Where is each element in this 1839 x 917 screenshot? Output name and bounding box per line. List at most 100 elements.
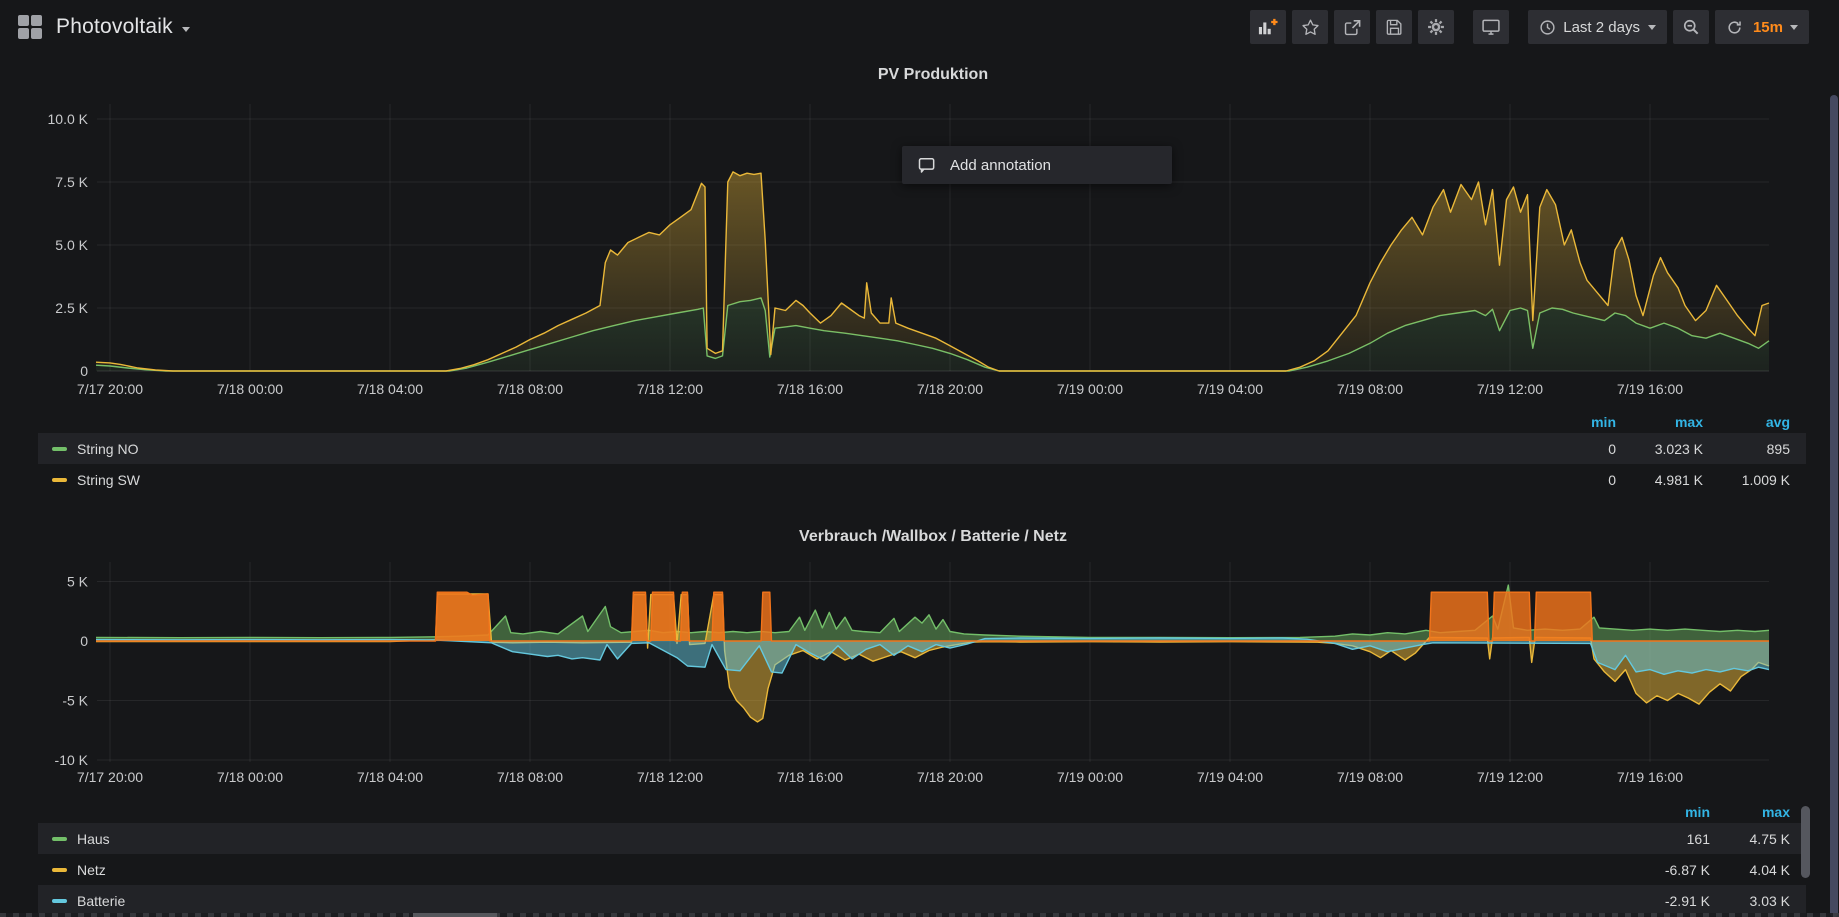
navbar: Photovoltaik bbox=[0, 0, 1839, 48]
share-button[interactable] bbox=[1334, 10, 1370, 44]
window-scrollbar-thumb[interactable] bbox=[1830, 95, 1838, 917]
value-max: 3.023 K bbox=[1616, 441, 1703, 457]
star-icon bbox=[1301, 18, 1320, 37]
share-icon bbox=[1343, 18, 1362, 37]
add-annotation-label: Add annotation bbox=[950, 157, 1051, 174]
legend-row-batterie: Batterie -2.91 K 3.03 K bbox=[38, 885, 1806, 916]
dashboard-title-dropdown[interactable]: Photovoltaik bbox=[18, 15, 190, 39]
svg-text:7/18 12:00: 7/18 12:00 bbox=[637, 381, 703, 397]
toolbar: Last 2 days 15m bbox=[1244, 10, 1809, 44]
legend-header: min max avg bbox=[38, 410, 1806, 433]
svg-text:7/18 20:00: 7/18 20:00 bbox=[917, 769, 983, 785]
monitor-icon bbox=[1481, 17, 1501, 37]
svg-text:-5 K: -5 K bbox=[62, 693, 88, 709]
verbrauch-chart[interactable]: 5 K0-5 K-10 K7/17 20:007/18 00:007/18 04… bbox=[0, 550, 1839, 795]
series-swatch bbox=[52, 899, 67, 903]
legend-col-min[interactable]: min bbox=[1529, 414, 1616, 430]
verbrauch-legend: min max Haus 161 4.75 K Netz -6.87 K 4.0… bbox=[38, 800, 1806, 916]
settings-button[interactable] bbox=[1418, 10, 1454, 44]
add-annotation-menu-item[interactable]: Add annotation bbox=[902, 146, 1172, 184]
legend-header: min max bbox=[38, 800, 1806, 823]
pv-produktion-chart[interactable]: 02.5 K5.0 K7.5 K10.0 K7/17 20:007/18 00:… bbox=[0, 95, 1839, 405]
legend-row-haus: Haus 161 4.75 K bbox=[38, 823, 1806, 854]
time-range-label: Last 2 days bbox=[1563, 19, 1640, 36]
floppy-disk-icon bbox=[1385, 18, 1404, 37]
value-max: 4.04 K bbox=[1710, 862, 1790, 878]
series-swatch bbox=[52, 837, 67, 841]
panel-title-pv-produktion[interactable]: PV Produktion bbox=[97, 66, 1769, 84]
svg-text:7/18 08:00: 7/18 08:00 bbox=[497, 381, 563, 397]
legend-row-string-sw: String SW 0 4.981 K 1.009 K bbox=[38, 464, 1806, 495]
dashboards-grid-icon bbox=[18, 15, 42, 39]
value-min: -6.87 K bbox=[1630, 862, 1710, 878]
svg-text:0: 0 bbox=[80, 363, 88, 379]
tv-mode-button[interactable] bbox=[1473, 10, 1509, 44]
pv-legend: min max avg String NO 0 3.023 K 895 Stri… bbox=[38, 410, 1806, 495]
svg-text:7/18 00:00: 7/18 00:00 bbox=[217, 769, 283, 785]
add-panel-button[interactable] bbox=[1250, 10, 1286, 44]
svg-text:7/19 00:00: 7/19 00:00 bbox=[1057, 381, 1123, 397]
legend-col-avg[interactable]: avg bbox=[1703, 414, 1790, 430]
svg-text:7/18 08:00: 7/18 08:00 bbox=[497, 769, 563, 785]
svg-text:-10 K: -10 K bbox=[55, 752, 89, 768]
legend-row-string-no: String NO 0 3.023 K 895 bbox=[38, 433, 1806, 464]
horizontal-scrollbar-track bbox=[0, 913, 1839, 917]
series-toggle-string-sw[interactable]: String SW bbox=[77, 472, 140, 488]
svg-text:7/19 12:00: 7/19 12:00 bbox=[1477, 381, 1543, 397]
series-toggle-batterie[interactable]: Batterie bbox=[77, 893, 125, 909]
caret-down-icon bbox=[1790, 25, 1798, 30]
value-avg: 1.009 K bbox=[1703, 472, 1790, 488]
value-min: 161 bbox=[1630, 831, 1710, 847]
value-avg: 895 bbox=[1703, 441, 1790, 457]
legend-col-max[interactable]: max bbox=[1710, 804, 1790, 820]
svg-text:7/17 20:00: 7/17 20:00 bbox=[77, 769, 143, 785]
time-range-picker[interactable]: Last 2 days bbox=[1528, 10, 1667, 44]
refresh-icon bbox=[1726, 19, 1743, 36]
dashboard-title: Photovoltaik bbox=[56, 15, 173, 39]
svg-text:7/18 16:00: 7/18 16:00 bbox=[777, 769, 843, 785]
refresh-picker[interactable]: 15m bbox=[1715, 10, 1809, 44]
svg-text:7/19 04:00: 7/19 04:00 bbox=[1197, 381, 1263, 397]
svg-text:7/19 16:00: 7/19 16:00 bbox=[1617, 769, 1683, 785]
svg-text:2.5 K: 2.5 K bbox=[55, 300, 88, 316]
bar-chart-plus-icon bbox=[1257, 17, 1279, 37]
svg-text:7/18 16:00: 7/18 16:00 bbox=[777, 381, 843, 397]
legend-row-netz: Netz -6.87 K 4.04 K bbox=[38, 854, 1806, 885]
zoom-out-icon bbox=[1681, 17, 1701, 37]
star-button[interactable] bbox=[1292, 10, 1328, 44]
save-button[interactable] bbox=[1376, 10, 1412, 44]
svg-text:7/18 04:00: 7/18 04:00 bbox=[357, 381, 423, 397]
value-max: 4.981 K bbox=[1616, 472, 1703, 488]
series-toggle-haus[interactable]: Haus bbox=[77, 831, 110, 847]
value-max: 4.75 K bbox=[1710, 831, 1790, 847]
series-toggle-netz[interactable]: Netz bbox=[77, 862, 106, 878]
svg-text:7/19 16:00: 7/19 16:00 bbox=[1617, 381, 1683, 397]
value-min: 0 bbox=[1529, 472, 1616, 488]
caret-down-icon bbox=[1648, 25, 1656, 30]
zoom-out-button[interactable] bbox=[1673, 10, 1709, 44]
caret-down-icon bbox=[182, 27, 190, 32]
series-swatch bbox=[52, 447, 67, 451]
panel-title-verbrauch[interactable]: Verbrauch /Wallbox / Batterie / Netz bbox=[97, 528, 1769, 546]
series-swatch bbox=[52, 868, 67, 872]
legend-col-min[interactable]: min bbox=[1630, 804, 1710, 820]
svg-text:0: 0 bbox=[80, 633, 88, 649]
legend-scrollbar-thumb[interactable] bbox=[1801, 806, 1810, 878]
value-max: 3.03 K bbox=[1710, 893, 1790, 909]
value-min: -2.91 K bbox=[1630, 893, 1710, 909]
comment-bubble-icon bbox=[917, 155, 937, 175]
series-toggle-string-no[interactable]: String NO bbox=[77, 441, 138, 457]
svg-text:7/19 00:00: 7/19 00:00 bbox=[1057, 769, 1123, 785]
horizontal-scrollbar-thumb[interactable] bbox=[413, 913, 497, 917]
svg-text:5 K: 5 K bbox=[67, 574, 89, 590]
svg-text:7/19 12:00: 7/19 12:00 bbox=[1477, 769, 1543, 785]
svg-text:7/19 08:00: 7/19 08:00 bbox=[1337, 381, 1403, 397]
svg-text:7.5 K: 7.5 K bbox=[55, 174, 88, 190]
svg-text:5.0 K: 5.0 K bbox=[55, 237, 88, 253]
svg-text:7/19 08:00: 7/19 08:00 bbox=[1337, 769, 1403, 785]
grafana-dashboard: Photovoltaik bbox=[0, 0, 1839, 917]
svg-text:7/18 20:00: 7/18 20:00 bbox=[917, 381, 983, 397]
clock-icon bbox=[1539, 19, 1556, 36]
legend-col-max[interactable]: max bbox=[1616, 414, 1703, 430]
series-swatch bbox=[52, 478, 67, 482]
